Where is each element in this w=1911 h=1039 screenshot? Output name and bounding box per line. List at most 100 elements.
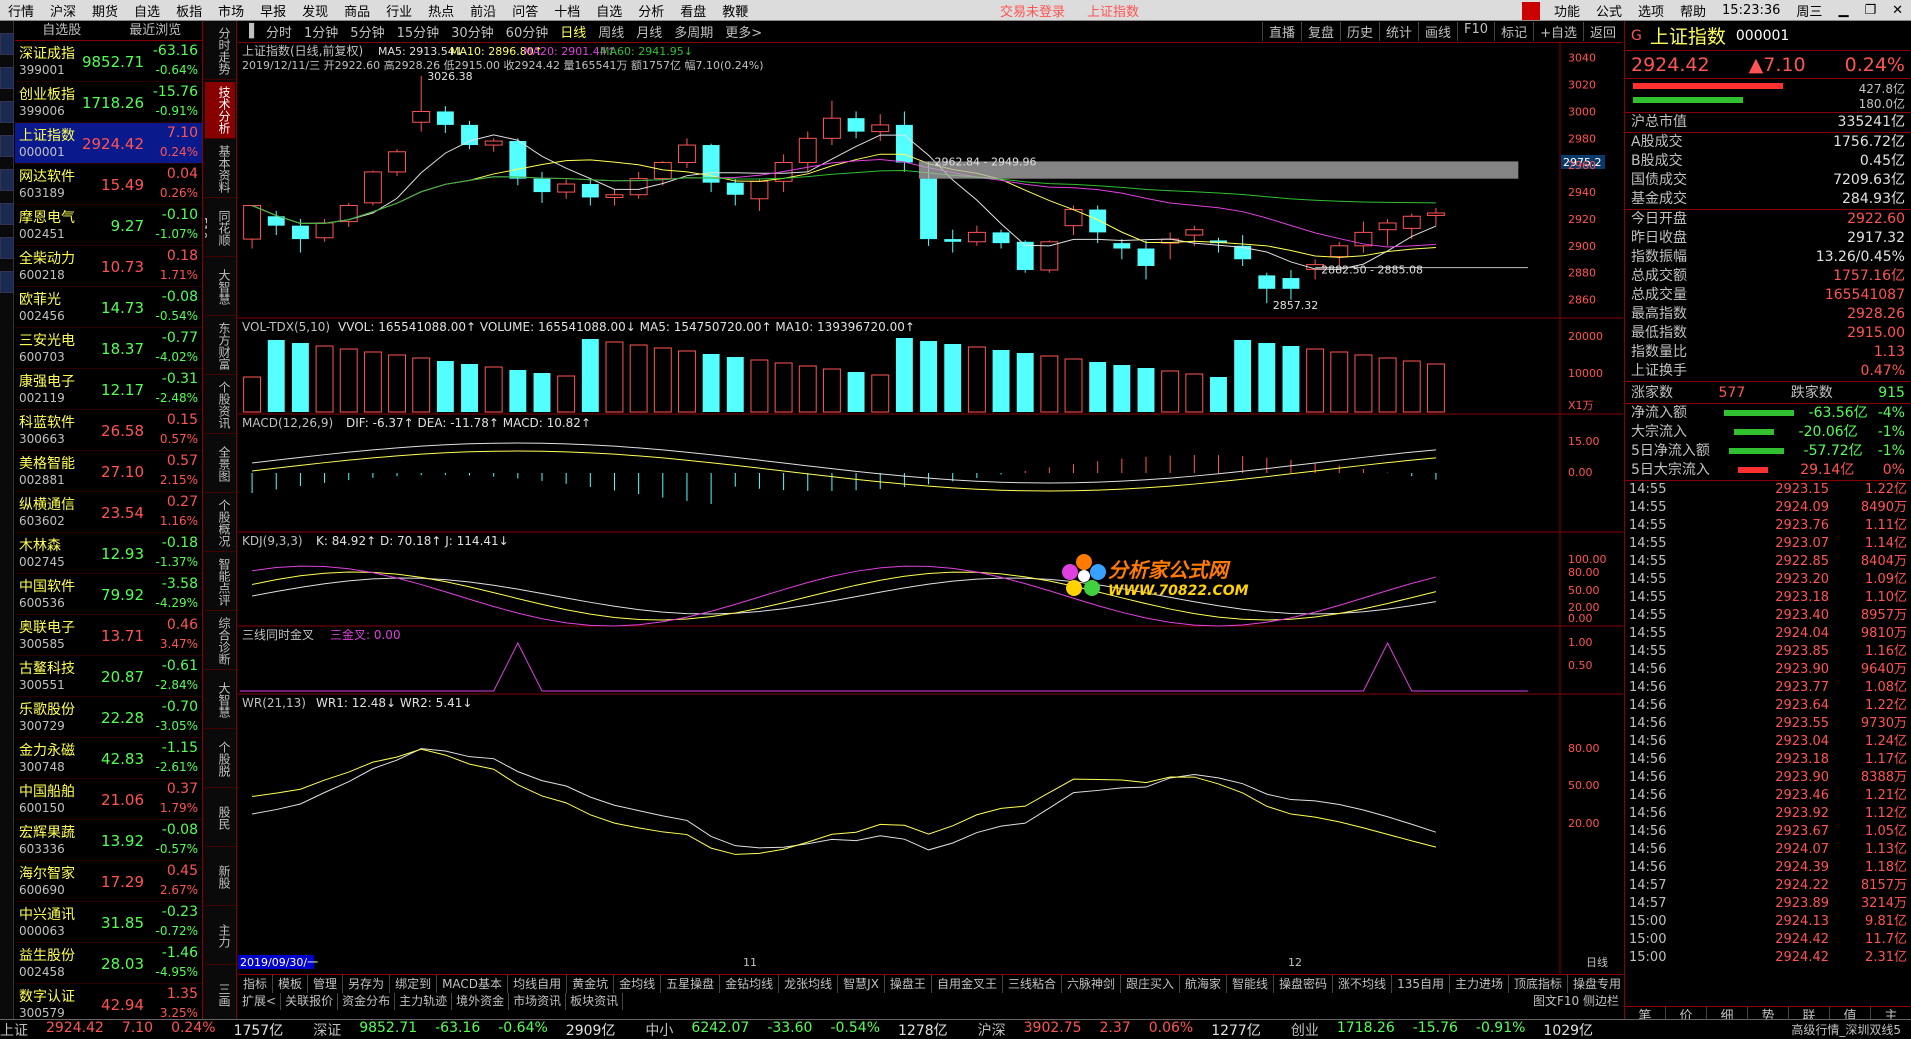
indicator-tab[interactable]: 金均线: [614, 975, 662, 993]
indicator-tab[interactable]: 跟庄买入: [1121, 975, 1180, 993]
indicator-tab[interactable]: 操盘密码: [1274, 975, 1334, 993]
indicator-tab[interactable]: 指标: [238, 975, 274, 993]
menu-item[interactable]: 行情: [0, 1, 42, 20]
menu-item[interactable]: 发现: [294, 1, 336, 20]
menu-options[interactable]: 选项: [1630, 1, 1672, 20]
period-tab[interactable]: 分时: [260, 22, 298, 41]
watchlist-row[interactable]: 三安光电 600703 18.37 -0.77 -4.02%: [15, 328, 202, 369]
watchlist-row[interactable]: 海尔智家 600690 17.29 0.45 2.67%: [15, 861, 202, 902]
side-tab[interactable]: 全景图: [205, 436, 235, 493]
info-tab[interactable]: 市场资讯: [509, 993, 567, 1010]
side-tab[interactable]: 大智慧: [205, 672, 235, 729]
login-status-text[interactable]: 交易未登录: [1000, 1, 1065, 20]
indicator-tab[interactable]: MACD基本: [437, 975, 509, 993]
period-tab[interactable]: 5分钟: [344, 22, 390, 41]
menu-formula[interactable]: 公式: [1588, 1, 1630, 20]
watchlist-row[interactable]: 益生股份 002458 28.03 -1.46 -4.95%: [15, 943, 202, 984]
period-tab[interactable]: 60分钟: [500, 22, 555, 41]
toolbar-icon[interactable]: [0, 135, 14, 157]
user-icon[interactable]: [1521, 1, 1540, 20]
watchlist-row[interactable]: 创业板指 399006 1718.26 -15.76 -0.91%: [15, 82, 202, 123]
watchlist-row[interactable]: 古鳌科技 300551 20.87 -0.61 -2.84%: [15, 656, 202, 697]
watchlist-row[interactable]: 中国软件 600536 79.92 -3.58 -4.29%: [15, 574, 202, 615]
minimize-icon[interactable]: ▁: [1830, 3, 1856, 18]
side-tab[interactable]: 新股: [205, 849, 235, 906]
tab-favorites[interactable]: 自选股: [15, 21, 109, 40]
watchlist-row[interactable]: 欧菲光 002456 14.73 -0.08 -0.54%: [15, 287, 202, 328]
toolbar-icon[interactable]: [0, 271, 14, 293]
period-tab[interactable]: 月线: [630, 22, 668, 41]
indicator-tab[interactable]: 六脉神剑: [1062, 975, 1121, 993]
chart-tool-button[interactable]: F10: [1457, 22, 1494, 41]
menu-item[interactable]: 板指: [168, 1, 210, 20]
toolbar-toggle-icon[interactable]: ▐: [238, 24, 260, 39]
side-tab[interactable]: 主力: [205, 908, 235, 965]
indicator-tab[interactable]: 航海家: [1180, 975, 1228, 993]
indicator-tab[interactable]: 管理: [308, 975, 344, 993]
side-tab[interactable]: 智能点评: [205, 554, 235, 611]
menu-item[interactable]: 分析: [630, 1, 672, 20]
chart-tool-button[interactable]: 历史: [1339, 22, 1379, 41]
indicator-tab[interactable]: 顶底指标: [1509, 975, 1568, 993]
menu-item[interactable]: 看盘: [672, 1, 714, 20]
period-tab[interactable]: 更多>: [719, 22, 768, 41]
indicator-tab[interactable]: 金钻均线: [720, 975, 780, 993]
side-tab[interactable]: 股民: [205, 790, 235, 847]
toolbar-icon[interactable]: [0, 169, 14, 191]
chart-tool-button[interactable]: 画线: [1418, 22, 1457, 41]
side-tab[interactable]: 个股脱: [205, 731, 235, 788]
indicator-tab[interactable]: 五星操盘: [661, 975, 721, 993]
indicator-tab[interactable]: 操盘专用: [1568, 975, 1628, 993]
menu-item[interactable]: 问答: [504, 1, 546, 20]
period-tab[interactable]: 1分钟: [298, 22, 344, 41]
toolbar-icon[interactable]: [0, 203, 14, 225]
watchlist-row[interactable]: 金力永磁 300748 42.83 -1.15 -2.61%: [15, 738, 202, 779]
watchlist-row[interactable]: 纵横通信 603602 23.54 0.27 1.16%: [15, 492, 202, 533]
side-tab[interactable]: 个股概况: [205, 495, 235, 552]
info-tab[interactable]: 主力轨迹: [395, 993, 453, 1010]
tick-list[interactable]: 14:55 2923.15 1.22亿 14:55 2924.09 8490万 14:55 2…: [1625, 481, 1911, 967]
toolbar-icon[interactable]: [0, 67, 14, 89]
index-ticker[interactable]: 中小 6242.07 -33.60 -0.54% 1278亿: [645, 1020, 957, 1039]
info-tab[interactable]: 关联报价: [281, 993, 339, 1010]
side-tab[interactable]: 大智慧: [205, 259, 235, 316]
watchlist-row[interactable]: 上证指数 000001 2924.42 7.10 0.24%: [15, 123, 202, 164]
period-tab[interactable]: 多周期: [668, 22, 719, 41]
watchlist-row[interactable]: 美格智能 002881 27.10 0.57 2.15%: [15, 451, 202, 492]
menu-item[interactable]: 教鞭: [714, 1, 756, 20]
side-tab[interactable]: 个股资讯: [205, 377, 235, 434]
chart-tool-button[interactable]: +自选: [1533, 22, 1583, 41]
tab-recent[interactable]: 最近浏览: [109, 21, 203, 40]
index-ticker[interactable]: 深证 9852.71 -63.16 -0.64% 2909亿: [313, 1020, 625, 1039]
side-tab[interactable]: 基本资料: [205, 141, 235, 198]
indicator-tab[interactable]: 龙张均线: [779, 975, 839, 993]
index-ticker[interactable]: 上证 2924.42 7.10 0.24% 1757亿: [0, 1020, 293, 1039]
watchlist-row[interactable]: 全柴动力 600218 10.73 0.18 1.71%: [15, 246, 202, 287]
f10-sidebar-toggle[interactable]: 图文F10 侧边栏: [1529, 993, 1623, 1010]
watchlist-row[interactable]: 乐歌股份 300729 22.28 -0.70 -3.05%: [15, 697, 202, 738]
toolbar-icon[interactable]: [0, 101, 14, 123]
indicator-tab[interactable]: 主力进场: [1450, 975, 1509, 993]
period-tab[interactable]: 30分钟: [445, 22, 500, 41]
menu-item[interactable]: 期货: [84, 1, 126, 20]
indicator-tab[interactable]: 135自用: [1392, 975, 1450, 993]
chart-tool-button[interactable]: 返回: [1582, 22, 1622, 41]
menu-item[interactable]: 自选: [126, 1, 168, 20]
indicator-tab[interactable]: 模板: [273, 975, 309, 993]
menu-item[interactable]: 沪深: [42, 1, 84, 20]
side-tab[interactable]: 三画: [205, 967, 235, 1024]
watchlist-row[interactable]: 木林森 002745 12.93 -0.18 -1.37%: [15, 533, 202, 574]
menu-function[interactable]: 功能: [1546, 1, 1588, 20]
menu-item[interactable]: 前沿: [462, 1, 504, 20]
indicator-tab[interactable]: 三线粘合: [1003, 975, 1062, 993]
chart-tool-button[interactable]: 统计: [1379, 22, 1418, 41]
index-ticker[interactable]: 创业 1718.26 -15.76 -0.91% 1029亿: [1291, 1020, 1603, 1039]
watchlist-row[interactable]: 奥联电子 300585 13.71 0.46 3.47%: [15, 615, 202, 656]
toolbar-icon[interactable]: [0, 237, 14, 259]
side-tab[interactable]: 综合诊断: [205, 613, 235, 670]
restore-icon[interactable]: ❐: [1856, 3, 1884, 18]
period-tab[interactable]: 日线: [554, 22, 592, 41]
indicator-tab[interactable]: 智慧JX: [838, 975, 885, 993]
watchlist-row[interactable]: 摩恩电气 002451 9.27 -0.10 -1.07%: [15, 205, 202, 246]
menu-item[interactable]: 市场: [210, 1, 252, 20]
